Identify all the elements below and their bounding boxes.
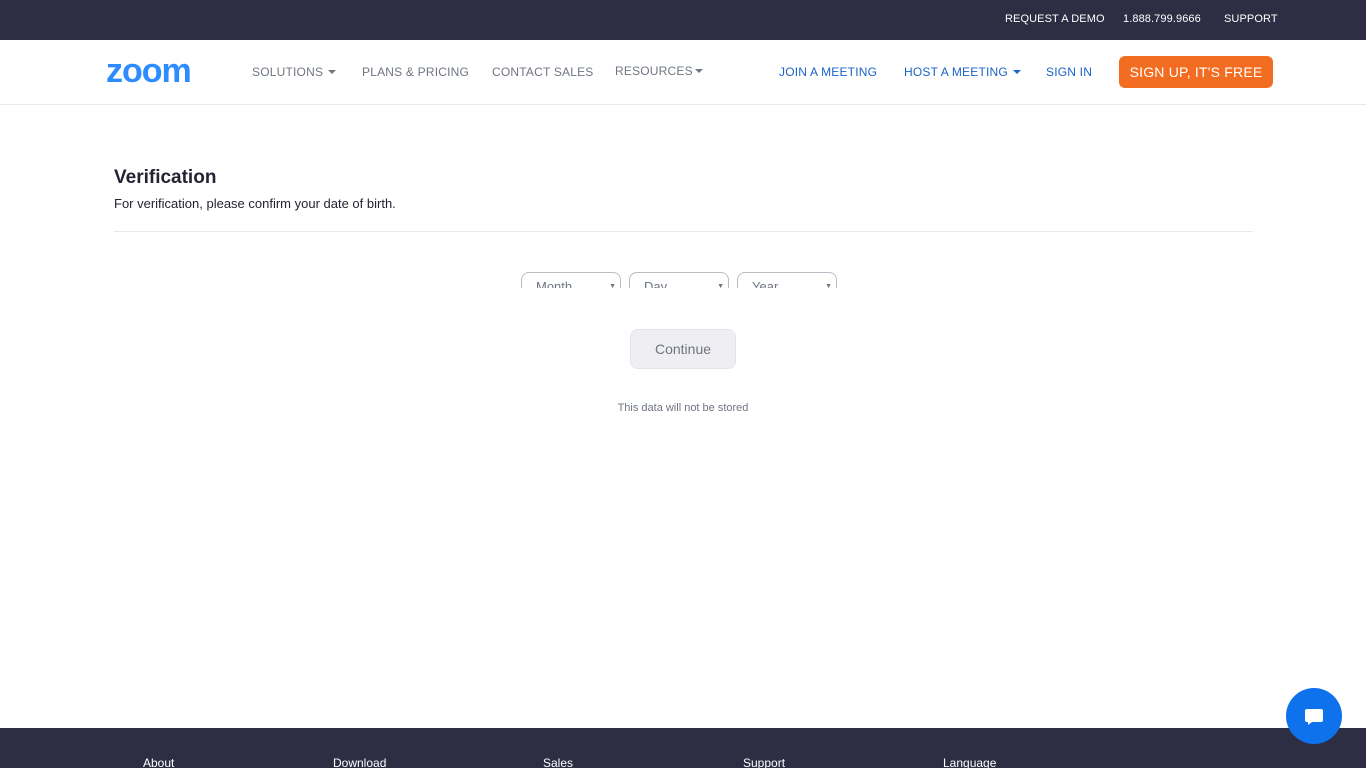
caret-down-icon bbox=[328, 69, 337, 74]
page-title: Verification bbox=[114, 167, 217, 188]
sign-up-button[interactable]: SIGN UP, IT'S FREE bbox=[1119, 56, 1273, 88]
privacy-note: This data will not be stored bbox=[617, 402, 749, 414]
top-utility-bar: REQUEST A DEMO 1.888.799.9666 SUPPORT bbox=[0, 0, 1366, 40]
zoom-logo-icon: zoom bbox=[106, 52, 192, 90]
nav-solutions[interactable]: SOLUTIONS bbox=[252, 65, 337, 79]
request-demo-link[interactable]: REQUEST A DEMO bbox=[1005, 13, 1105, 25]
chat-bubble-icon bbox=[1305, 709, 1323, 725]
nav-resources[interactable]: RESOURCES bbox=[615, 64, 703, 78]
nav-resources-label: RESOURCES bbox=[615, 64, 693, 78]
footer: About Download Sales Support Language bbox=[0, 728, 1366, 770]
sign-in-link[interactable]: SIGN IN bbox=[1046, 65, 1092, 79]
continue-button[interactable]: Continue bbox=[630, 329, 736, 369]
main-navbar: zoom SOLUTIONS PLANS & PRICING CONTACT S… bbox=[0, 40, 1366, 105]
chevron-down-icon: ▼ bbox=[825, 283, 832, 288]
nav-solutions-label: SOLUTIONS bbox=[252, 65, 324, 79]
logo-text: zoom bbox=[106, 56, 191, 86]
chat-button[interactable] bbox=[1286, 688, 1342, 744]
nav-plans-pricing[interactable]: PLANS & PRICING bbox=[362, 65, 469, 79]
nav-contact-sales[interactable]: CONTACT SALES bbox=[492, 65, 594, 79]
day-select-value: Day bbox=[644, 279, 668, 288]
host-meeting-link[interactable]: HOST A MEETING bbox=[904, 65, 1021, 79]
support-link[interactable]: SUPPORT bbox=[1224, 13, 1278, 25]
zoom-logo[interactable]: zoom bbox=[106, 52, 218, 90]
join-meeting-link[interactable]: JOIN A MEETING bbox=[779, 65, 877, 79]
year-select[interactable]: Year ▼ bbox=[737, 272, 837, 288]
year-select-value: Year bbox=[752, 279, 779, 288]
page-subtitle: For verification, please confirm your da… bbox=[114, 196, 396, 211]
chevron-down-icon: ▼ bbox=[717, 283, 724, 288]
caret-down-icon bbox=[694, 68, 703, 73]
month-select-value: Month bbox=[536, 279, 573, 288]
host-meeting-label: HOST A MEETING bbox=[904, 65, 1008, 79]
caret-down-icon bbox=[1012, 69, 1021, 74]
chevron-down-icon: ▼ bbox=[609, 283, 616, 288]
phone-link[interactable]: 1.888.799.9666 bbox=[1123, 13, 1201, 25]
day-select[interactable]: Day ▼ bbox=[629, 272, 729, 288]
section-divider bbox=[114, 231, 1253, 232]
month-select[interactable]: Month ▼ bbox=[521, 272, 621, 288]
